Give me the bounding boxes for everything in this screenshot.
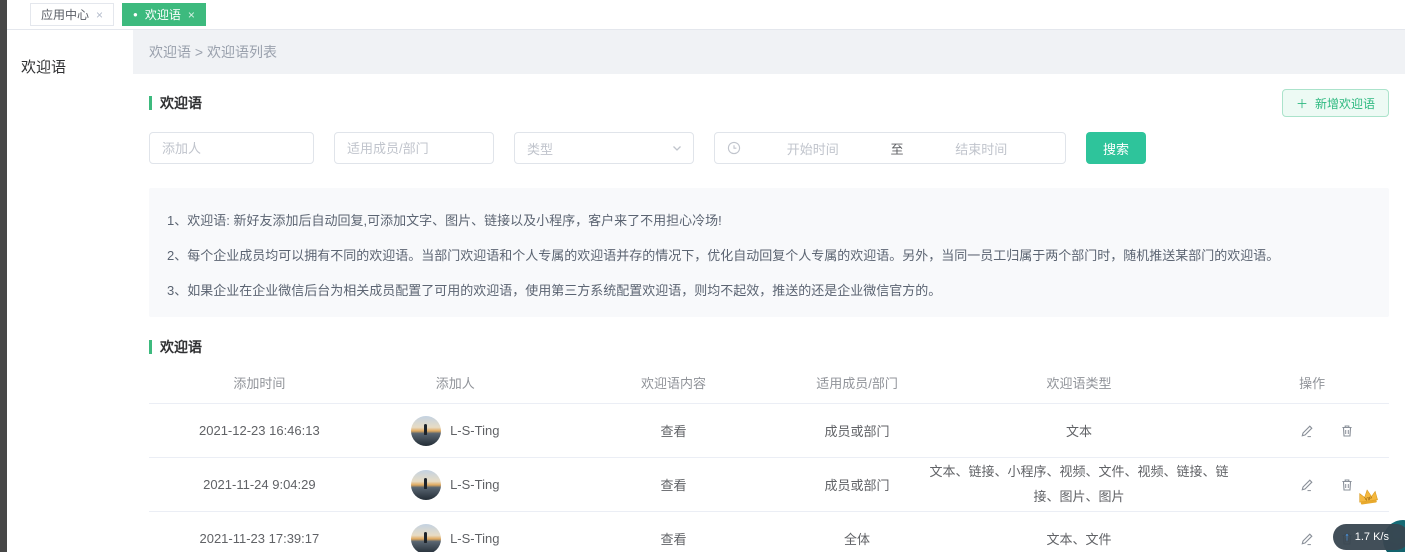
main-content: 欢迎语 > 欢迎语列表 欢迎语 ＋ 新增欢迎语 类型 bbox=[133, 30, 1405, 552]
section-title-filters: 欢迎语 bbox=[149, 93, 202, 113]
sidebar: 欢迎语 bbox=[7, 30, 133, 552]
avatar bbox=[411, 470, 441, 500]
content-panel: 欢迎语 ＋ 新增欢迎语 类型 bbox=[133, 74, 1405, 552]
speed-pill[interactable]: ↑ 1.7 K/s bbox=[1333, 524, 1405, 550]
close-icon[interactable]: × bbox=[188, 9, 195, 21]
adder-input[interactable] bbox=[149, 132, 314, 164]
collapsed-nav-strip bbox=[0, 0, 7, 552]
date-range-picker[interactable]: 开始时间 至 结束时间 bbox=[714, 132, 1066, 164]
edit-icon[interactable] bbox=[1299, 423, 1315, 439]
tab-welcome-message[interactable]: ● 欢迎语 × bbox=[122, 3, 206, 26]
speed-value: 1.7 K/s bbox=[1355, 531, 1389, 543]
cell-adder: L-S-Ting bbox=[370, 524, 541, 552]
section-accent-bar bbox=[149, 96, 152, 110]
cell-adder: L-S-Ting bbox=[370, 416, 541, 446]
table-row: 2021-11-24 9:04:29 L-S-Ting 查看 成员或部门 文本、… bbox=[149, 457, 1389, 511]
date-range-separator: 至 bbox=[885, 139, 910, 158]
note-line-3: 3、如果企业在企业微信后台为相关成员配置了可用的欢迎语，使用第三方系统配置欢迎语… bbox=[167, 281, 1371, 301]
member-department-input[interactable] bbox=[334, 132, 494, 164]
cell-scope: 全体 bbox=[806, 529, 908, 548]
avatar bbox=[411, 524, 441, 552]
svg-text:VIP: VIP bbox=[1364, 496, 1372, 502]
breadcrumb: 欢迎语 > 欢迎语列表 bbox=[133, 30, 1405, 74]
active-dot-icon: ● bbox=[133, 11, 138, 19]
cell-adder: L-S-Ting bbox=[370, 470, 541, 500]
table-row: 2021-12-23 16:46:13 L-S-Ting 查看 成员或部门 文本 bbox=[149, 403, 1389, 457]
delete-icon[interactable] bbox=[1339, 423, 1355, 439]
cell-scope: 成员或部门 bbox=[806, 421, 908, 440]
tab-bar: 应用中心 × ● 欢迎语 × bbox=[7, 0, 1405, 30]
sidebar-item-welcome-message[interactable]: 欢迎语 bbox=[7, 46, 133, 87]
cell-add-time: 2021-12-23 16:46:13 bbox=[149, 423, 370, 438]
end-time-placeholder[interactable]: 结束时间 bbox=[910, 139, 1054, 158]
view-content-link[interactable]: 查看 bbox=[661, 532, 687, 547]
column-header-scope: 适用成员/部门 bbox=[806, 373, 908, 392]
cell-type: 文本、链接、小程序、视频、文件、视频、链接、链接、图片、图片 bbox=[929, 460, 1229, 509]
adder-name: L-S-Ting bbox=[450, 531, 499, 546]
network-speed-widget[interactable]: VIP ↑ 1.7 K/s bbox=[1309, 488, 1405, 552]
add-welcome-message-button[interactable]: ＋ 新增欢迎语 bbox=[1282, 89, 1389, 117]
table-row: 2021-11-23 17:39:17 L-S-Ting 查看 全体 文本、文件 bbox=[149, 511, 1389, 552]
section-accent-bar bbox=[149, 340, 152, 354]
view-content-link[interactable]: 查看 bbox=[661, 424, 687, 439]
column-header-type: 欢迎语类型 bbox=[908, 373, 1250, 392]
type-select[interactable]: 类型 bbox=[514, 132, 694, 164]
cell-add-time: 2021-11-23 17:39:17 bbox=[149, 531, 370, 546]
column-header-content: 欢迎语内容 bbox=[541, 373, 806, 392]
type-select-placeholder: 类型 bbox=[527, 139, 553, 158]
close-icon[interactable]: × bbox=[96, 9, 103, 21]
upload-arrow-icon: ↑ bbox=[1344, 531, 1350, 543]
cell-type: 文本、文件 bbox=[908, 529, 1250, 548]
cell-scope: 成员或部门 bbox=[806, 475, 908, 494]
column-header-actions: 操作 bbox=[1250, 373, 1389, 392]
tab-label: 欢迎语 bbox=[145, 6, 181, 23]
clock-icon bbox=[727, 141, 741, 155]
tab-app-center[interactable]: 应用中心 × bbox=[30, 3, 114, 26]
chevron-down-icon bbox=[671, 142, 683, 154]
avatar bbox=[411, 416, 441, 446]
instruction-notes: 1、欢迎语: 新好友添加后自动回复,可添加文字、图片、链接以及小程序，客户来了不… bbox=[149, 188, 1389, 317]
section-title-table: 欢迎语 bbox=[149, 337, 1389, 357]
cell-type: 文本 bbox=[908, 421, 1250, 440]
column-header-adder: 添加人 bbox=[370, 373, 541, 392]
tab-label: 应用中心 bbox=[41, 6, 89, 23]
filter-bar: 类型 开始时间 至 结束时间 搜索 bbox=[149, 132, 1389, 164]
table-header-row: 添加时间 添加人 欢迎语内容 适用成员/部门 欢迎语类型 操作 bbox=[149, 361, 1389, 403]
vip-crown-icon: VIP bbox=[1356, 487, 1380, 507]
column-header-add-time: 添加时间 bbox=[149, 373, 370, 392]
view-content-link[interactable]: 查看 bbox=[661, 478, 687, 493]
adder-name: L-S-Ting bbox=[450, 423, 499, 438]
note-line-1: 1、欢迎语: 新好友添加后自动回复,可添加文字、图片、链接以及小程序，客户来了不… bbox=[167, 211, 1371, 231]
plus-icon: ＋ bbox=[1296, 95, 1308, 112]
search-button[interactable]: 搜索 bbox=[1086, 132, 1146, 164]
note-line-2: 2、每个企业成员均可以拥有不同的欢迎语。当部门欢迎语和个人专属的欢迎语并存的情况… bbox=[167, 246, 1371, 266]
start-time-placeholder[interactable]: 开始时间 bbox=[741, 139, 885, 158]
cell-add-time: 2021-11-24 9:04:29 bbox=[149, 477, 370, 492]
adder-name: L-S-Ting bbox=[450, 477, 499, 492]
